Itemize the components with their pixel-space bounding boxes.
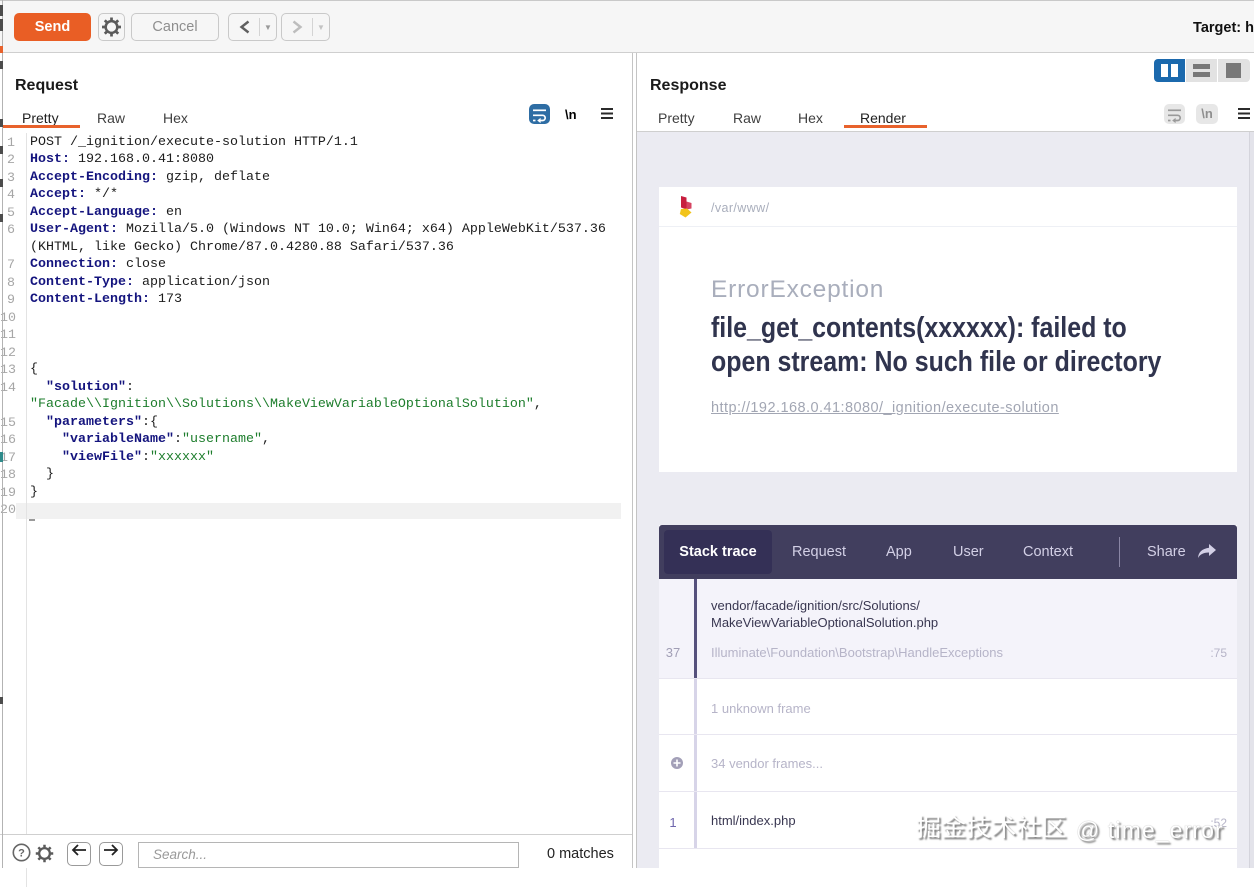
svg-text:?: ?	[18, 848, 25, 860]
